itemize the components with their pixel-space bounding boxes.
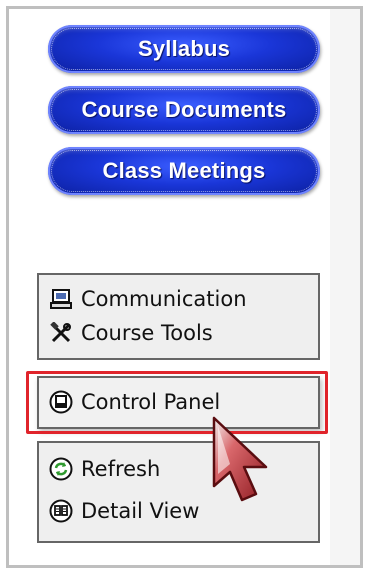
tools-icon — [49, 321, 73, 345]
computer-icon — [49, 287, 73, 311]
communication-label: Communication — [81, 287, 247, 311]
course-documents-button-label: Course Documents — [81, 97, 287, 122]
refresh-link[interactable]: Refresh — [49, 457, 160, 481]
refresh-icon — [49, 457, 73, 481]
detail-view-label: Detail View — [81, 499, 200, 523]
syllabus-button-label: Syllabus — [137, 36, 231, 61]
mouse-pointer-icon — [206, 412, 286, 517]
communication-link[interactable]: Communication — [49, 287, 247, 311]
detail-view-link[interactable]: Detail View — [49, 499, 199, 523]
refresh-label: Refresh — [81, 457, 161, 481]
class-meetings-button[interactable]: Class Meetings — [48, 147, 320, 195]
course-documents-button[interactable]: Course Documents — [48, 86, 320, 134]
frame-right-gutter — [330, 9, 360, 565]
tools-panel: Communication Course Tools — [37, 273, 320, 360]
detail-view-icon — [49, 499, 73, 523]
class-meetings-button-label: Class Meetings — [102, 158, 266, 183]
course-tools-label: Course Tools — [81, 321, 213, 345]
syllabus-button[interactable]: Syllabus — [48, 25, 320, 73]
course-tools-link[interactable]: Course Tools — [49, 321, 213, 345]
